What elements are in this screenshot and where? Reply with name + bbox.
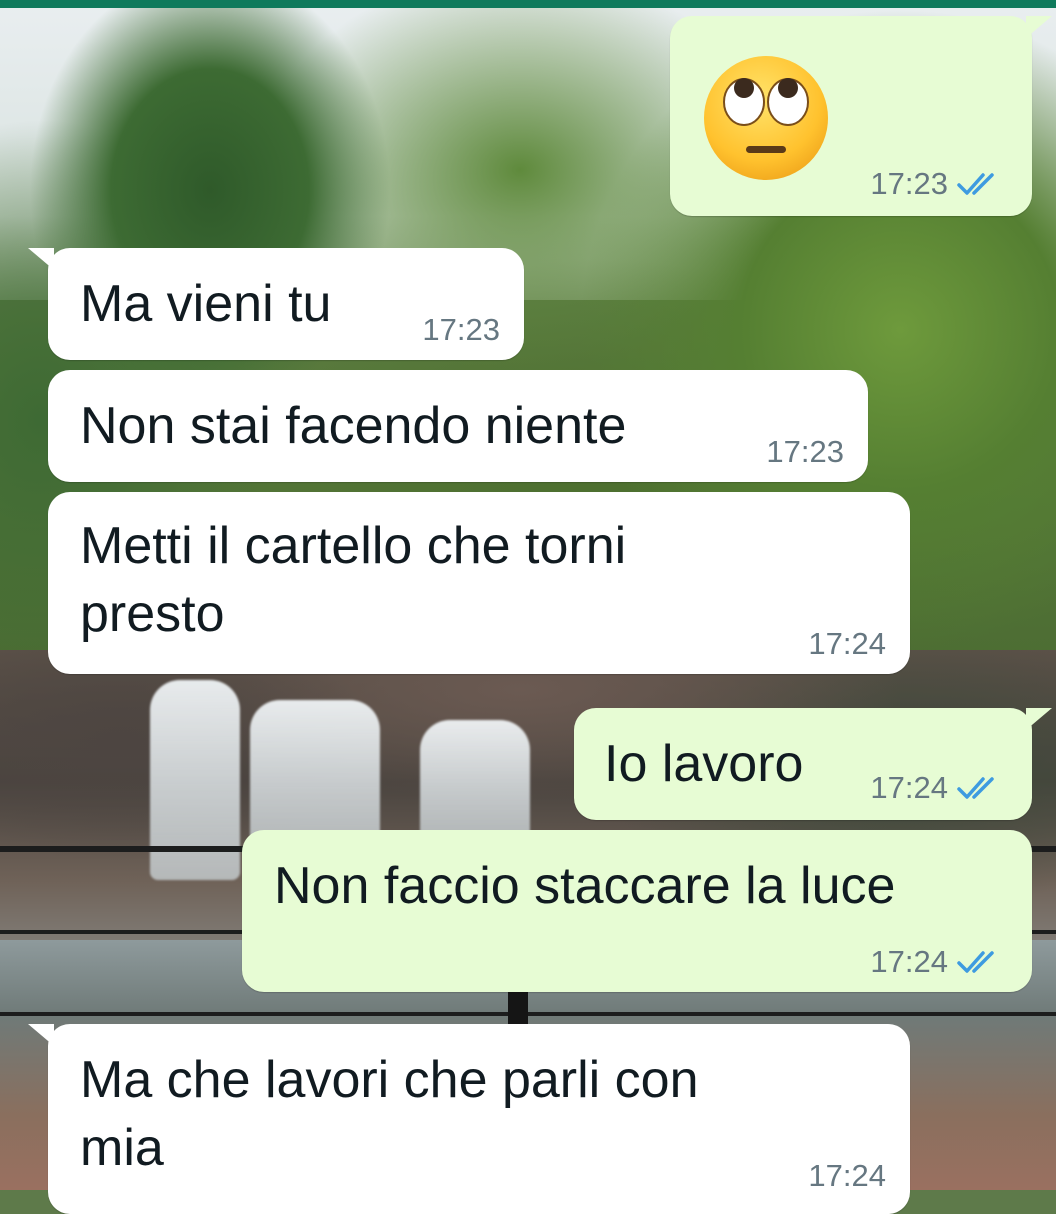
- message-text: Metti il cartello che torni presto: [80, 517, 627, 643]
- message-meta: 17:23: [870, 166, 1002, 202]
- double-check-read-icon: [957, 951, 994, 973]
- message-time: 17:24: [870, 770, 948, 805]
- bubble-tail: [28, 1024, 54, 1046]
- bubble-tail: [28, 248, 54, 270]
- message-bubble-outgoing[interactable]: 17:23: [670, 16, 1052, 216]
- message-time: 17:24: [808, 626, 886, 661]
- message-bubble-incoming[interactable]: Ma vieni tu 17:23: [28, 248, 524, 360]
- message-bubble-incoming[interactable]: Metti il cartello che torni presto 17:24: [48, 492, 910, 674]
- double-check-read-icon: [957, 777, 994, 799]
- message-meta: 17:24: [808, 626, 886, 662]
- message-bubble-incoming[interactable]: Ma che lavori che parli con mia 17:24: [28, 1024, 910, 1214]
- message-time: 17:24: [808, 1158, 886, 1193]
- message-meta: 17:24: [870, 944, 1002, 980]
- message-meta: 17:24: [808, 1158, 886, 1194]
- message-text: Non stai facendo niente: [80, 397, 627, 455]
- double-check-read-icon: [957, 173, 994, 195]
- wallpaper-waterfall: [250, 700, 380, 850]
- header-edge: [0, 0, 1056, 8]
- bubble-tail: [1026, 16, 1052, 38]
- message-time: 17:24: [870, 944, 948, 979]
- face-with-rolling-eyes-icon: [704, 56, 828, 180]
- bubble-tail: [1026, 708, 1052, 730]
- message-text: Ma che lavori che parli con mia: [80, 1051, 699, 1177]
- message-meta: 17:24: [870, 770, 1002, 806]
- message-text: Ma vieni tu: [80, 275, 332, 333]
- message-bubble-outgoing[interactable]: Io lavoro 17:24: [574, 708, 1052, 820]
- message-text: Non faccio staccare la luce: [274, 857, 896, 915]
- message-text: Io lavoro: [604, 735, 804, 793]
- message-bubble-incoming[interactable]: Non stai facendo niente 17:23: [48, 370, 868, 482]
- message-meta: 17:23: [422, 312, 500, 348]
- message-meta: 17:23: [766, 434, 844, 470]
- message-time: 17:23: [766, 434, 844, 469]
- message-time: 17:23: [422, 312, 500, 347]
- wallpaper-railing: [0, 1012, 1056, 1016]
- message-bubble-outgoing[interactable]: Non faccio staccare la luce 17:24: [242, 830, 1032, 992]
- wallpaper-waterfall: [420, 720, 530, 840]
- message-time: 17:23: [870, 166, 948, 201]
